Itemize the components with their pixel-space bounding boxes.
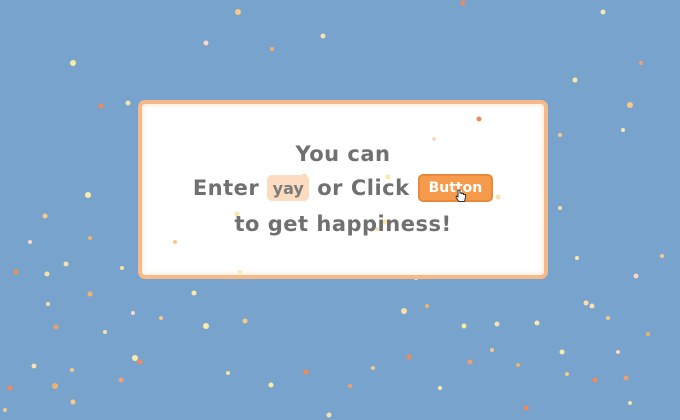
happiness-input[interactable]	[267, 175, 310, 201]
page-stage: You can Enter or Click Button to get hap…	[0, 0, 680, 420]
headline-line-2: Enter or Click Button	[142, 174, 544, 202]
or-click-label: or Click	[317, 176, 410, 200]
headline-line-3: to get happiness!	[234, 212, 452, 236]
hand-cursor-icon	[455, 189, 466, 202]
headline-line-1: You can	[295, 142, 391, 166]
message-card: You can Enter or Click Button to get hap…	[138, 100, 548, 279]
happiness-button[interactable]: Button	[417, 174, 494, 202]
enter-label: Enter	[192, 176, 260, 200]
